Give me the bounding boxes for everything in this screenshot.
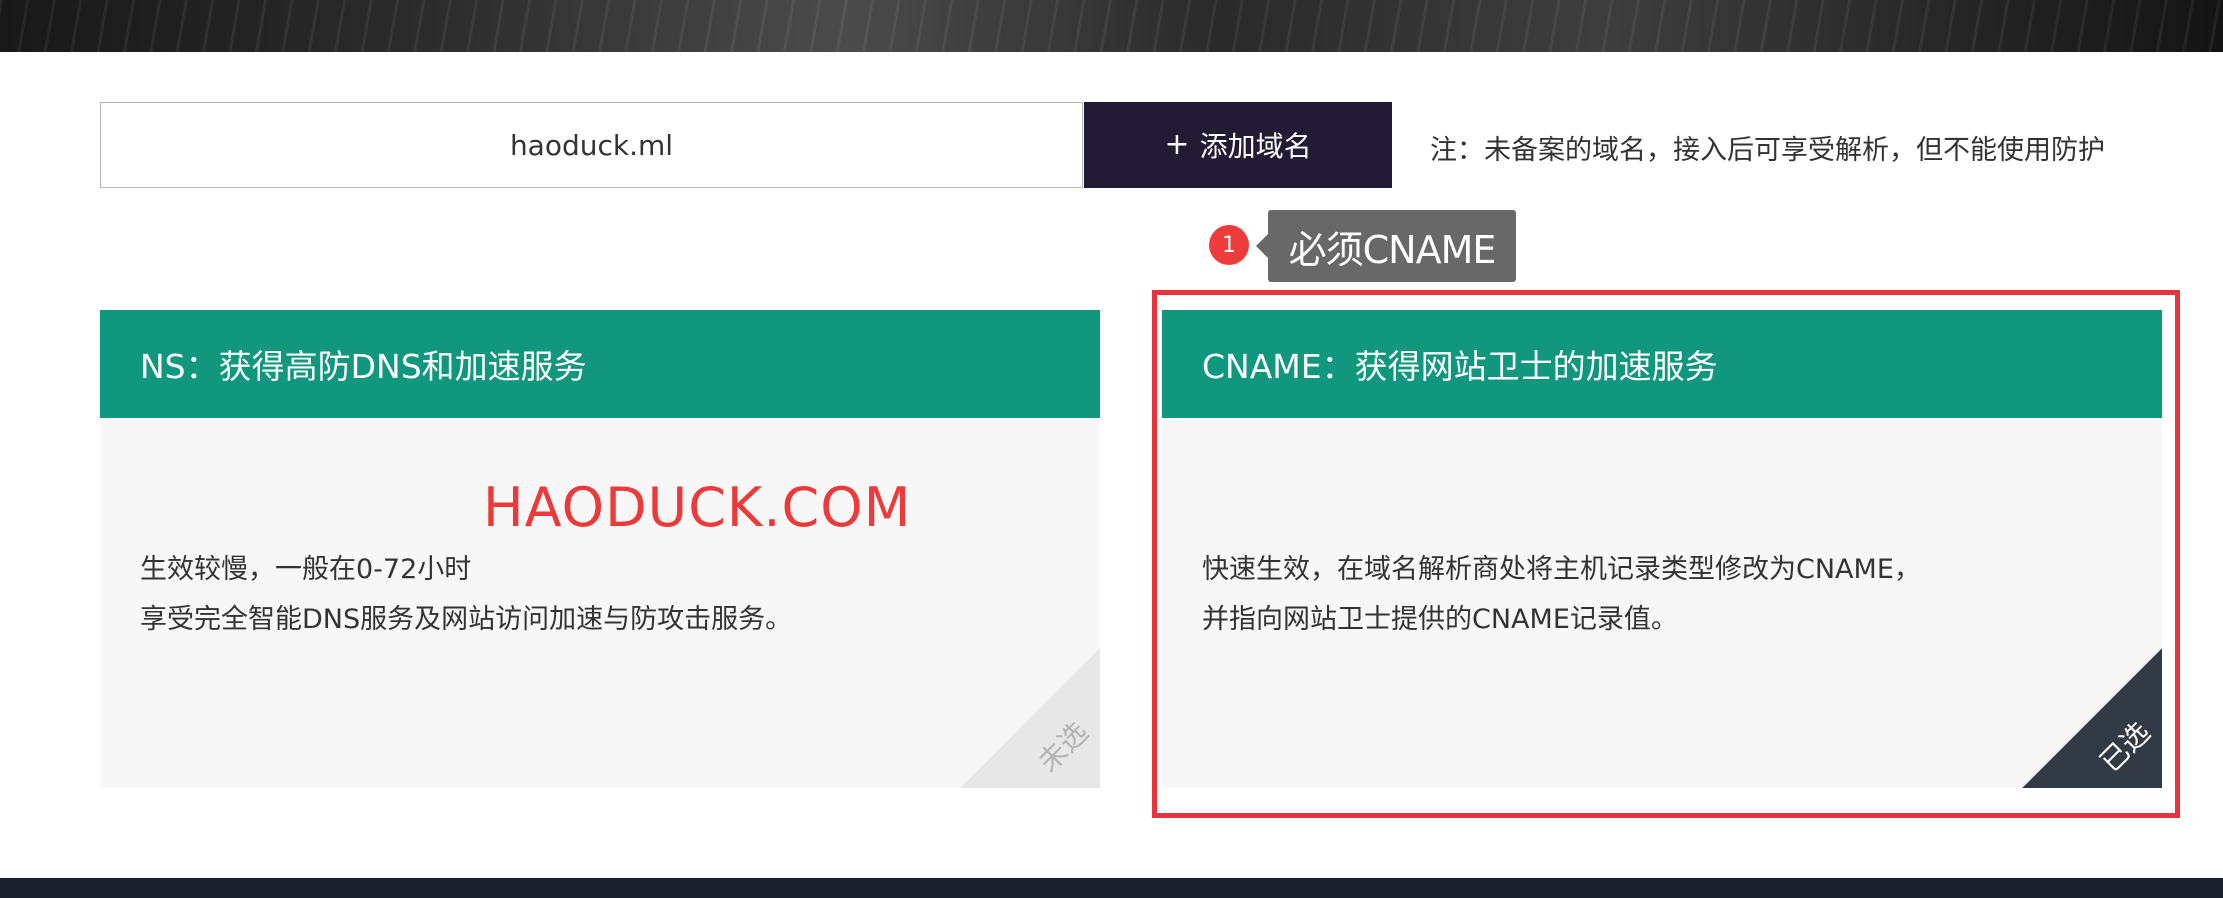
selected-corner-badge: 已选 (2022, 648, 2162, 788)
cname-desc-line1: 快速生效，在域名解析商处将主机记录类型修改为CNAME， (1202, 554, 1921, 585)
cname-required-tooltip: 必须CNAME (1256, 210, 1516, 282)
cname-desc-line2: 并指向网站卫士提供的CNAME记录值。 (1202, 604, 1678, 635)
plus-icon: + (1164, 127, 1190, 162)
footer-bar (0, 878, 2223, 898)
corner-triangle (960, 648, 1100, 788)
step-badge: 1 (1209, 225, 1249, 265)
hero-banner (0, 0, 2223, 52)
add-domain-label: 添加域名 (1199, 130, 1312, 163)
ns-desc-line2: 享受完全智能DNS服务及网站访问加速与防攻击服务。 (140, 604, 793, 635)
domain-note: 注：未备案的域名，接入后可享受解析，但不能使用防护 (1430, 135, 2105, 166)
cname-card-title: CNAME：获得网站卫士的加速服务 (1162, 310, 2162, 418)
corner-triangle (2022, 648, 2162, 788)
ns-card-description: 生效较慢，一般在0-72小时 享受完全智能DNS服务及网站访问加速与防攻击服务。 (140, 545, 792, 645)
domain-input[interactable] (100, 102, 1083, 188)
ns-option-card[interactable]: NS：获得高防DNS和加速服务 生效较慢，一般在0-72小时 享受完全智能DNS… (100, 310, 1100, 788)
cname-option-card[interactable]: CNAME：获得网站卫士的加速服务 快速生效，在域名解析商处将主机记录类型修改为… (1162, 310, 2162, 788)
ns-card-title: NS：获得高防DNS和加速服务 (100, 310, 1100, 418)
watermark-text: HAODUCK.COM (483, 476, 912, 539)
ns-desc-line1: 生效较慢，一般在0-72小时 (140, 554, 472, 585)
unselected-corner-badge: 未选 (960, 648, 1100, 788)
cname-card-description: 快速生效，在域名解析商处将主机记录类型修改为CNAME， 并指向网站卫士提供的C… (1202, 545, 1921, 645)
add-domain-button[interactable]: + 添加域名 (1084, 102, 1392, 188)
